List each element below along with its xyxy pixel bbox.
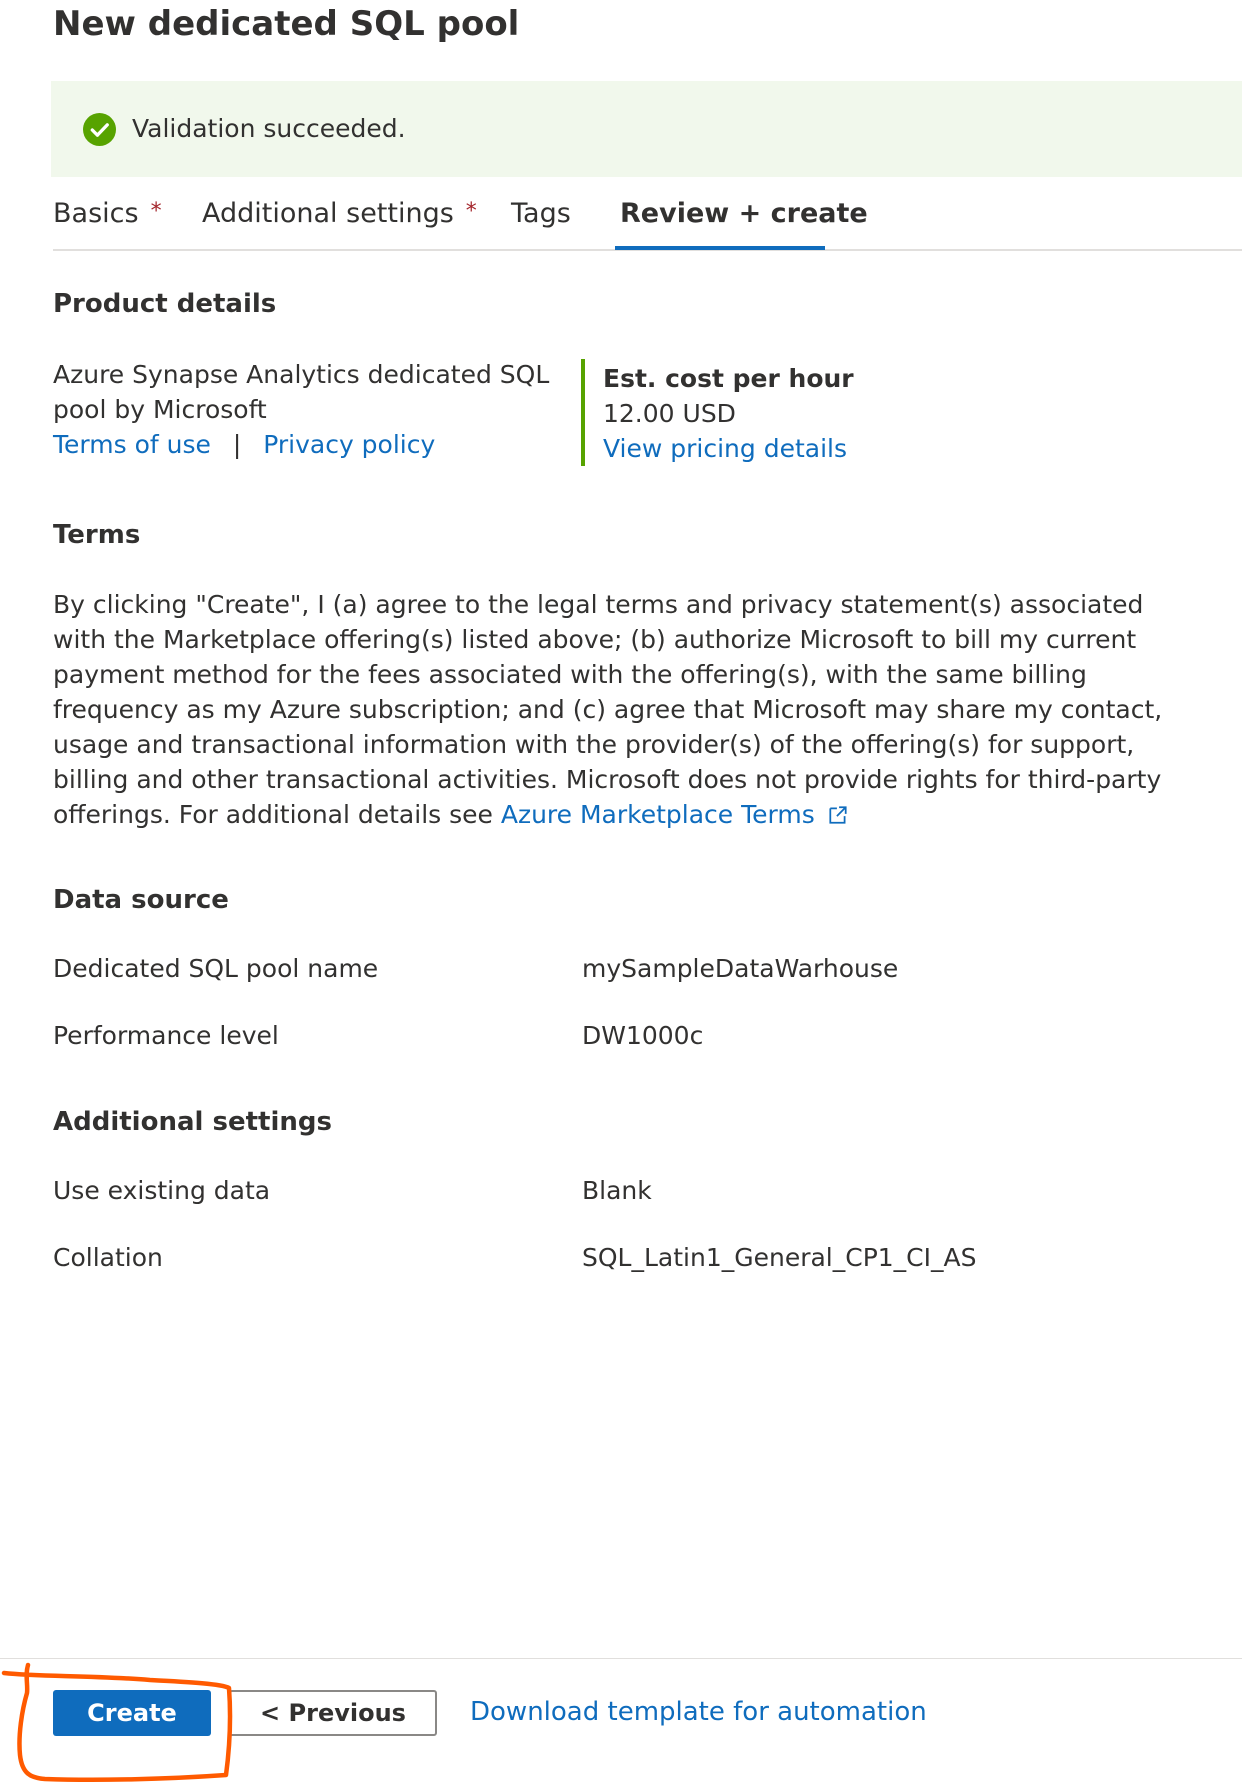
previous-button[interactable]: < Previous [229,1690,437,1736]
privacy-policy-link[interactable]: Privacy policy [263,430,435,459]
active-tab-indicator [615,246,825,250]
product-links: Terms of use | Privacy policy [53,427,573,462]
download-template-link[interactable]: Download template for automation [470,1697,927,1727]
dedicated-pool-name-value: mySampleDataWarhouse [582,954,899,983]
terms-line: frequency as my Azure subscription; and … [53,695,1163,724]
validation-banner: Validation succeeded. [51,81,1242,177]
product-details-heading: Product details [53,289,277,319]
cost-value: 12.00 USD [603,399,736,428]
tab-label: Basics [53,198,139,229]
product-name-line1: Azure Synapse Analytics dedicated SQL [53,360,550,389]
performance-level-value: DW1000c [582,1021,704,1050]
view-pricing-link[interactable]: View pricing details [603,434,847,463]
cost-accent-bar [581,359,585,466]
required-marker: * [465,199,477,224]
tab-basics[interactable]: Basics * [53,198,162,229]
azure-marketplace-terms-link[interactable]: Azure Marketplace Terms [501,800,849,829]
tab-label: Tags [511,198,571,229]
collation-label: Collation [53,1243,163,1272]
data-source-heading: Data source [53,885,229,915]
cost-label: Est. cost per hour [603,364,854,393]
terms-line: By clicking "Create", I (a) agree to the… [53,590,1144,619]
tab-tags[interactable]: Tags [511,198,571,229]
terms-heading: Terms [53,520,141,550]
validation-message: Validation succeeded. [132,114,406,143]
tab-review-create[interactable]: Review + create [620,198,868,229]
product-description: Azure Synapse Analytics dedicated SQL po… [53,357,573,462]
dedicated-pool-name-label: Dedicated SQL pool name [53,954,379,983]
collation-value: SQL_Latin1_General_CP1_CI_AS [582,1243,977,1272]
link-text: Azure Marketplace Terms [500,800,815,829]
use-existing-data-value: Blank [582,1176,652,1205]
required-marker: * [150,199,162,224]
footer-divider [0,1658,1242,1659]
terms-text: By clicking "Create", I (a) agree to the… [53,587,1163,832]
terms-line: usage and transactional information with… [53,730,1135,759]
product-name-line2: pool by Microsoft [53,395,267,424]
additional-settings-heading: Additional settings [53,1107,332,1137]
tab-label: Review + create [620,198,868,229]
tab-bar: Basics * Additional settings * Tags Review… [53,180,1242,250]
link-separator: | [232,430,242,459]
create-button[interactable]: Create [53,1690,211,1736]
cost-block: Est. cost per hour 12.00 USD View pricin… [603,361,1003,466]
tab-label: Additional settings [202,198,454,229]
terms-line: with the Marketplace offering(s) listed … [53,625,1137,654]
performance-level-label: Performance level [53,1021,279,1050]
terms-line: payment method for the fees associated w… [53,660,1087,689]
page-title: New dedicated SQL pool [53,4,520,44]
tab-additional-settings[interactable]: Additional settings * [202,198,477,229]
open-in-new-window-icon [829,806,847,824]
terms-line: offerings. For additional details see [53,800,501,829]
terms-line: billing and other transactional activiti… [53,765,1162,794]
terms-of-use-link[interactable]: Terms of use [53,430,211,459]
use-existing-data-label: Use existing data [53,1176,271,1205]
checkmark-circle-icon [83,113,116,146]
terms-line-last: offerings. For additional details see Az… [53,797,1163,832]
